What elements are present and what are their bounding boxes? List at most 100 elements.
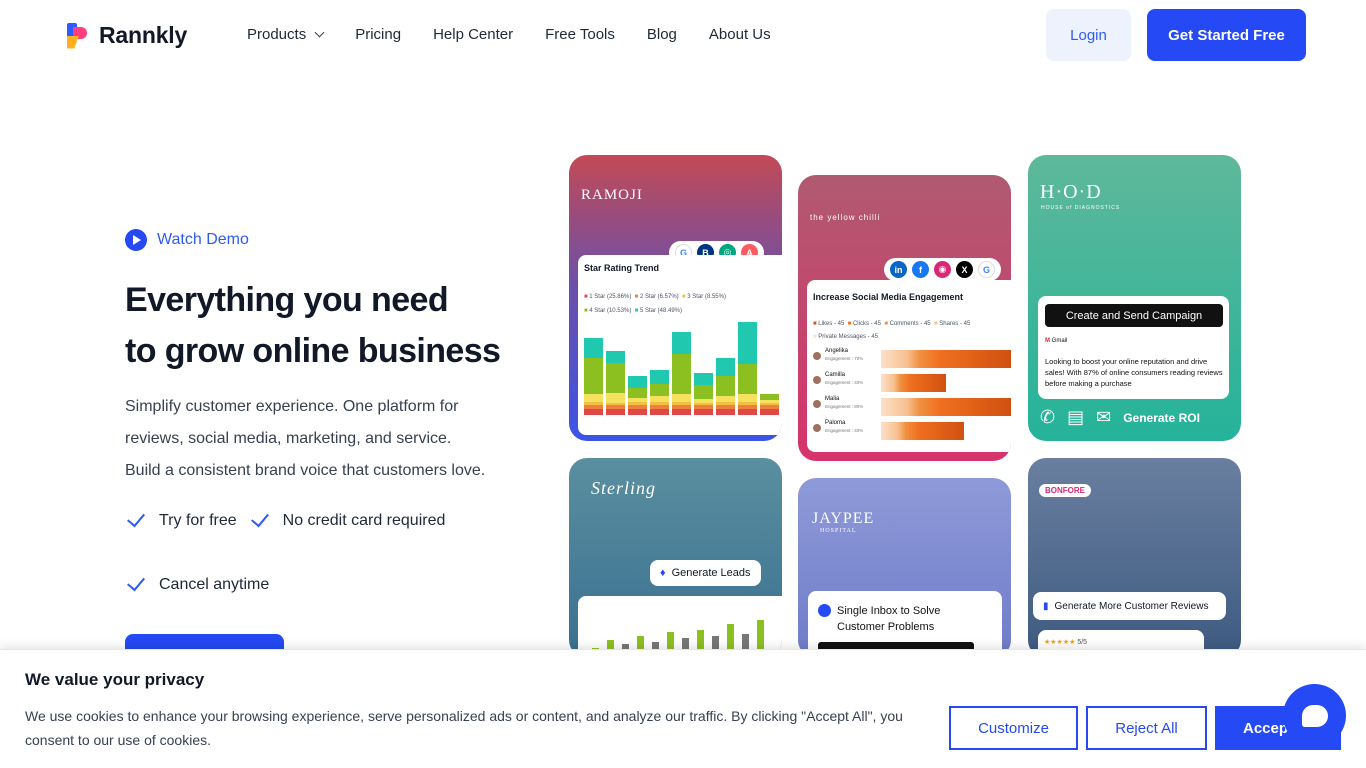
chart-bar-segment xyxy=(672,332,691,354)
chart-bar-segment xyxy=(716,396,735,402)
showcase-card-ramoji: RAMOJI G B ◎ A Star Rating Trend ■ 1 Sta… xyxy=(569,155,782,441)
star-rating-panel: Star Rating Trend ■ 1 Star (25.86%) ■ 2 … xyxy=(578,255,782,435)
get-started-button[interactable]: Get Started Free xyxy=(1147,9,1306,61)
card-brand: the yellow chilli xyxy=(810,213,881,222)
star-bar-chart xyxy=(584,322,779,415)
nav-item-about-us[interactable]: About Us xyxy=(709,26,771,43)
chart-bar-segment xyxy=(650,402,669,405)
watch-demo-link[interactable]: Watch Demo xyxy=(125,229,545,251)
campaign-panel: Create and Send Campaign M Gmail Looking… xyxy=(1038,296,1229,399)
customize-button[interactable]: Customize xyxy=(949,706,1078,750)
chart-bar-segment xyxy=(672,405,691,409)
bar-chart-icon: ▮ xyxy=(1043,600,1049,612)
whatsapp-icon: ✆ xyxy=(1040,407,1056,427)
roi-row: ✆ ▤ ✉ Generate ROI xyxy=(1040,407,1200,428)
chart-bar-segment xyxy=(738,402,757,405)
engagement-bar xyxy=(881,422,964,440)
chevron-down-icon xyxy=(314,27,325,38)
instagram-icon: ◉ xyxy=(934,261,951,278)
play-icon xyxy=(125,229,147,251)
chart-bar-segment xyxy=(650,405,669,409)
chart-bar-segment xyxy=(606,393,625,403)
nav-item-free-tools[interactable]: Free Tools xyxy=(545,26,615,43)
mail-icon: ✉ xyxy=(1096,407,1112,427)
create-campaign-button[interactable]: Create and Send Campaign xyxy=(1045,304,1223,327)
engagement-rows: Angelika Engagement : 72% Camilla Engagemen… xyxy=(813,348,1011,444)
social-channels: in f ◉ X G xyxy=(884,258,1001,281)
chart-bar-segment xyxy=(760,405,779,409)
check-icon xyxy=(127,572,145,592)
hero-section: Watch Demo Everything you need to grow o… xyxy=(125,229,545,601)
chart-bar-segment xyxy=(628,405,647,409)
chart-bar-segment xyxy=(584,394,603,402)
chart-bar-segment xyxy=(738,394,757,402)
chart-bar-segment xyxy=(694,409,713,415)
card-brand: RAMOJI xyxy=(581,187,643,203)
chart-bar-segment xyxy=(584,358,603,394)
engagement-bar xyxy=(881,350,1011,368)
customer-reviews-pill: ▮ Generate More Customer Reviews xyxy=(1033,592,1226,620)
card-brand: JAYPEE xyxy=(812,510,875,527)
hero-title: Everything you need to grow online busin… xyxy=(125,275,545,377)
avatar xyxy=(813,352,821,360)
chart-bar-segment xyxy=(606,409,625,415)
benefits-list: Try for free No credit card required Can… xyxy=(125,505,545,601)
chart-bar-segment xyxy=(606,351,625,363)
showcase-card-jaypee: JAYPEE HOSPITAL Single Inbox to Solve Cu… xyxy=(798,478,1011,658)
nav-item-blog[interactable]: Blog xyxy=(647,26,677,43)
card-brand-sub: HOSPITAL xyxy=(820,528,857,534)
login-button[interactable]: Login xyxy=(1046,9,1131,61)
chart-bar-segment xyxy=(760,394,779,400)
chart-bar-segment xyxy=(650,384,669,396)
chart-bar-segment xyxy=(628,409,647,415)
nav-item-help-center[interactable]: Help Center xyxy=(433,26,513,43)
main-menu: Products Pricing Help Center Free Tools … xyxy=(247,26,803,43)
chart-bar-segment xyxy=(606,405,625,409)
panel-title: Increase Social Media Engagement xyxy=(813,292,964,302)
chart-bar-segment xyxy=(694,405,713,409)
hero-title-line1: Everything you need xyxy=(125,281,449,319)
hero-subtitle-line1: Simplify customer experience. One platfo… xyxy=(125,398,459,415)
hero-subtitle-line3: Build a consistent brand voice that cust… xyxy=(125,462,486,479)
reject-all-button[interactable]: Reject All xyxy=(1086,706,1207,750)
nav-item-pricing[interactable]: Pricing xyxy=(355,26,401,43)
google-icon: G xyxy=(978,261,995,278)
chart-bar-segment xyxy=(672,402,691,405)
chart-bar-segment xyxy=(760,403,779,405)
linkedin-icon: in xyxy=(890,261,907,278)
sms-icon: ▤ xyxy=(1067,407,1085,427)
chart-bar-segment xyxy=(628,376,647,388)
chart-bar-segment xyxy=(716,376,735,396)
chart-bar-segment xyxy=(738,322,757,364)
engagement-bar xyxy=(881,374,946,392)
campaign-message: Looking to boost your online reputation … xyxy=(1045,357,1223,388)
chart-bar-segment xyxy=(584,402,603,405)
avatar xyxy=(813,424,821,432)
engagement-row: Angelika Engagement : 72% xyxy=(813,348,1011,372)
gmail-label: M Gmail xyxy=(1045,338,1068,344)
engagement-row: Malia Engagement : 80% xyxy=(813,396,1011,420)
engagement-bar xyxy=(881,398,1011,416)
chart-bar-segment xyxy=(672,409,691,415)
x-icon: X xyxy=(956,261,973,278)
chart-bar-segment xyxy=(606,403,625,405)
single-inbox-label: Single Inbox to Solve Customer Problems xyxy=(837,605,941,633)
chart-bar-segment xyxy=(628,398,647,402)
chart-bar-segment xyxy=(584,338,603,358)
chart-bar-segment xyxy=(716,409,735,415)
watch-demo-label: Watch Demo xyxy=(157,231,249,248)
chat-widget-button[interactable] xyxy=(1283,684,1346,747)
card-brand-sub: HOUSE of DIAGNOSTICS xyxy=(1041,205,1121,211)
nav-item-products[interactable]: Products xyxy=(247,26,325,43)
panel-title: Star Rating Trend xyxy=(584,263,660,273)
chart-bar-segment xyxy=(584,405,603,409)
benefit-item: Try for free xyxy=(125,508,237,530)
single-inbox-panel: Single Inbox to Solve Customer Problems xyxy=(808,591,1002,658)
benefit-item: Cancel anytime xyxy=(125,572,269,594)
flame-icon: ♦ xyxy=(660,567,666,579)
chart-bar-segment xyxy=(738,409,757,415)
logo[interactable]: Rannkly xyxy=(67,22,187,49)
chart-bar-segment xyxy=(716,405,735,409)
card-brand: Sterling xyxy=(591,478,656,498)
benefit-item: No credit card required xyxy=(249,508,445,530)
